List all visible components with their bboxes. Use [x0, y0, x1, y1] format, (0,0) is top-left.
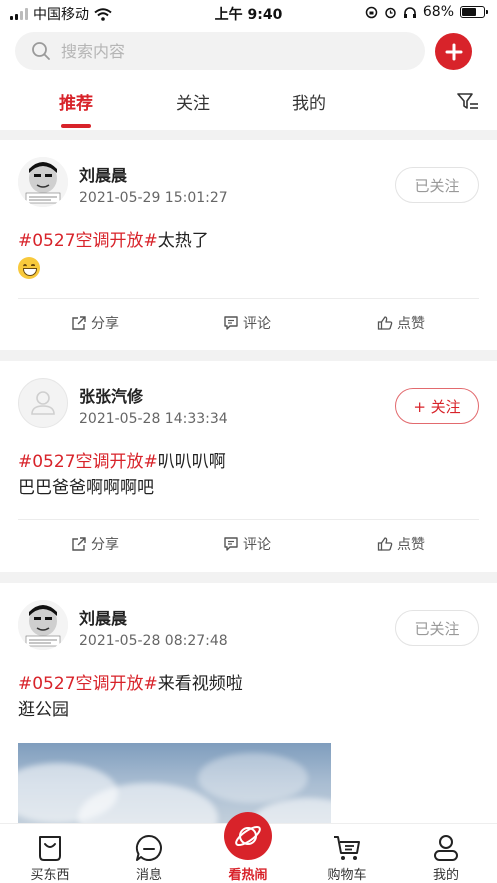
share-label: 分享: [91, 316, 119, 332]
post-time: 2021-05-28 14:33:34: [79, 411, 228, 427]
topic-tag[interactable]: #0527空调开放#: [18, 231, 158, 251]
avatar[interactable]: [18, 378, 68, 428]
search-icon: [32, 42, 50, 60]
post-card[interactable]: 刘晨晨 2021-05-29 15:01:27 已关注 #0527空调开放#太热…: [0, 140, 497, 350]
headphones-icon: [403, 6, 416, 18]
nav-label: 看热闹: [228, 868, 268, 883]
comment-icon: [224, 316, 238, 330]
status-bar: 中国移动 上午 9:40 68%: [0, 0, 497, 26]
search-bar[interactable]: [15, 32, 425, 70]
message-icon: [135, 834, 162, 861]
author-name[interactable]: 刘晨晨: [79, 605, 127, 629]
post-feed: 刘晨晨 2021-05-29 15:01:27 已关注 #0527空调开放#太热…: [0, 140, 497, 833]
post-text-line2: 巴巴爸爸啊啊啊吧: [18, 478, 154, 498]
nav-profile[interactable]: 我的: [406, 824, 486, 883]
comment-button[interactable]: 评论: [223, 313, 271, 333]
post-content[interactable]: #0527空调开放#来看视频啦 逛公园: [18, 671, 243, 723]
like-label: 点赞: [397, 316, 425, 332]
avatar[interactable]: [18, 600, 68, 650]
tab-following[interactable]: 关注: [176, 89, 210, 114]
avatar[interactable]: [18, 157, 68, 207]
post-card[interactable]: 刘晨晨 2021-05-28 08:27:48 已关注 #0527空调开放#来看…: [0, 583, 497, 833]
shopping-bag-icon: [39, 836, 61, 861]
like-button[interactable]: 点赞: [377, 534, 425, 554]
rotation-lock-icon: [365, 6, 378, 18]
topic-tag[interactable]: #0527空调开放#: [18, 452, 158, 472]
grinning-emoji-icon: [18, 257, 40, 279]
tab-mine[interactable]: 我的: [292, 89, 326, 114]
post-text-line2: 逛公园: [18, 700, 69, 720]
comment-icon: [224, 537, 238, 551]
nav-label: 我的: [432, 868, 459, 883]
user-icon: [434, 835, 458, 861]
thumbs-up-icon: [377, 316, 393, 330]
followed-button[interactable]: 已关注: [395, 610, 479, 646]
feed-gap: [0, 350, 497, 361]
divider: [18, 519, 479, 520]
post-actions: 分享 评论 点赞: [0, 534, 497, 564]
post-actions: 分享 评论 点赞: [0, 313, 497, 343]
nav-trending[interactable]: 看热闹: [208, 824, 288, 883]
feed-gap: [0, 572, 497, 583]
post-text: 叭叭叭啊: [157, 452, 226, 472]
alarm-icon: [385, 7, 396, 18]
battery-percent: 68%: [422, 4, 454, 20]
author-name[interactable]: 刘晨晨: [79, 162, 127, 186]
followed-button[interactable]: 已关注: [395, 167, 479, 203]
comment-button[interactable]: 评论: [223, 534, 271, 554]
post-text: 来看视频啦: [157, 674, 243, 694]
battery-icon: [460, 6, 488, 18]
post-time: 2021-05-28 08:27:48: [79, 633, 228, 649]
author-name[interactable]: 张张汽修: [79, 383, 143, 407]
create-post-button[interactable]: [435, 33, 472, 70]
nav-messages[interactable]: 消息: [109, 824, 189, 883]
share-button[interactable]: 分享: [71, 534, 119, 554]
header: 推荐 关注 我的: [0, 26, 497, 130]
filter-icon[interactable]: [457, 92, 479, 112]
nav-cart[interactable]: 购物车: [307, 824, 387, 883]
share-icon: [72, 316, 86, 330]
tab-recommend[interactable]: 推荐: [59, 89, 93, 114]
like-label: 点赞: [397, 537, 425, 553]
divider: [18, 298, 479, 299]
nav-label: 购物车: [327, 868, 367, 883]
active-tab-indicator: [61, 124, 91, 128]
plus-icon: [445, 43, 462, 60]
post-card[interactable]: 张张汽修 2021-05-28 14:33:34 + 关注 #0527空调开放#…: [0, 361, 497, 572]
nav-label: 消息: [135, 868, 162, 883]
like-button[interactable]: 点赞: [377, 313, 425, 333]
comment-label: 评论: [243, 316, 271, 332]
post-content[interactable]: #0527空调开放#太热了: [18, 228, 209, 280]
post-text: 太热了: [157, 231, 209, 251]
share-button[interactable]: 分享: [71, 313, 119, 333]
share-label: 分享: [91, 537, 119, 553]
post-content[interactable]: #0527空调开放#叭叭叭啊 巴巴爸爸啊啊啊吧: [18, 449, 226, 501]
comment-label: 评论: [243, 537, 271, 553]
nav-label: 买东西: [30, 868, 70, 883]
share-icon: [72, 537, 86, 551]
video-thumbnail[interactable]: [18, 743, 331, 833]
follow-button[interactable]: + 关注: [395, 388, 479, 424]
cart-icon: [334, 836, 360, 860]
search-input[interactable]: [61, 41, 361, 61]
thumbs-up-icon: [377, 537, 393, 551]
nav-buy[interactable]: 买东西: [10, 824, 90, 883]
feed-tabs: 推荐 关注 我的: [0, 86, 497, 130]
post-time: 2021-05-29 15:01:27: [79, 190, 228, 206]
bottom-navigation: 买东西 消息 看热闹 购物车 我的: [0, 812, 497, 883]
topic-tag[interactable]: #0527空调开放#: [18, 674, 158, 694]
